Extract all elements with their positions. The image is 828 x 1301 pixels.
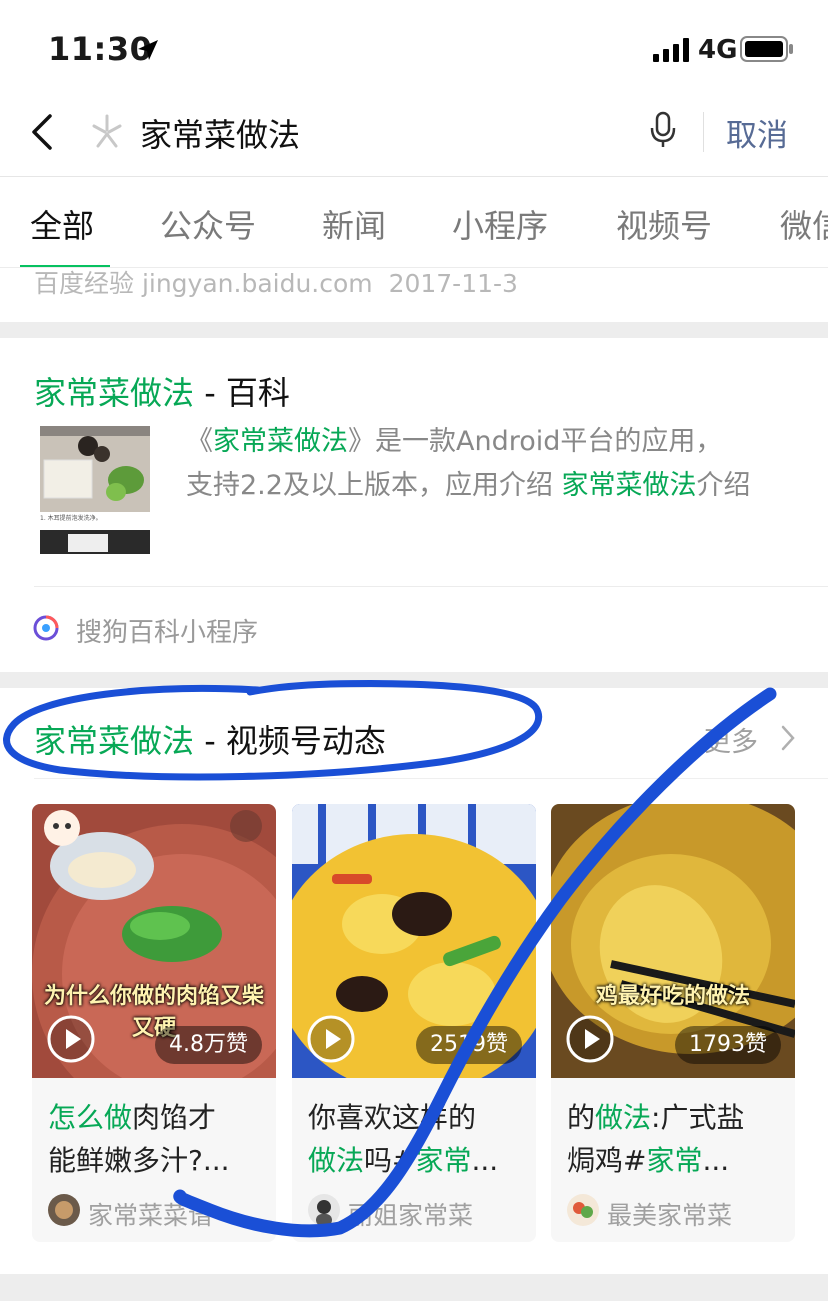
search-input[interactable]: 家常菜做法 — [140, 110, 300, 156]
likes-badge: 1793赞 — [675, 1026, 781, 1064]
sogou-baike-icon — [33, 615, 59, 641]
channels-section-title[interactable]: 家常菜做法 - 视频号动态 — [34, 716, 386, 762]
author-name[interactable]: 最美家常菜 — [607, 1196, 783, 1232]
wechat-search-logo-icon — [92, 114, 122, 148]
tab-mini-programs[interactable]: 小程序 — [452, 201, 548, 247]
tab-wechat[interactable]: 微信 — [780, 201, 828, 247]
tab-all[interactable]: 全部 — [30, 201, 94, 247]
section-gap-2 — [0, 672, 828, 688]
baike-thumbnail[interactable]: 1. 木耳提前泡发洗净。 — [40, 426, 150, 554]
baike-result-title[interactable]: 家常菜做法 - 百科 — [34, 368, 290, 414]
video-description: 怎么做肉馅才 能鲜嫩多汁?... — [48, 1101, 230, 1177]
filter-tabs: 全部 公众号 新闻 小程序 视频号 微信 — [0, 176, 828, 268]
tab-official-accounts[interactable]: 公众号 — [160, 201, 256, 247]
section-gap-3 — [0, 1274, 828, 1301]
location-arrow-icon — [138, 40, 158, 60]
play-icon[interactable] — [46, 1014, 96, 1064]
more-link[interactable]: 更多 — [704, 720, 758, 759]
author-name[interactable]: 家常菜菜谱 — [88, 1196, 264, 1232]
previous-result-source: 百度经验 jingyan.baidu.com 2017-11-3 — [34, 269, 518, 298]
video-overlay-caption: 鸡最好吃的做法 — [595, 984, 750, 1009]
likes-badge: 2519赞 — [416, 1026, 522, 1064]
baike-divider — [34, 586, 828, 587]
search-divider — [703, 112, 704, 152]
microphone-icon[interactable] — [648, 110, 678, 150]
avatar — [567, 1194, 599, 1226]
mini-program-source[interactable]: 搜狗百科小程序 — [76, 612, 258, 649]
channels-divider — [34, 778, 828, 779]
signal-icon — [653, 38, 689, 62]
video-card[interactable]: 为什么你做的肉馅又柴又硬 4.8万赞 怎么做肉馅才 能鲜嫩多汁?... 家常菜菜… — [32, 804, 276, 1242]
tab-news[interactable]: 新闻 — [322, 201, 386, 247]
cancel-button[interactable]: 取消 — [726, 110, 788, 155]
tab-channels[interactable]: 视频号 — [616, 201, 712, 247]
avatar — [48, 1194, 80, 1226]
video-description: 你喜欢这样的 做法吗#家常... — [308, 1101, 499, 1177]
search-bar: 家常菜做法 取消 — [0, 96, 828, 176]
video-description: 的做法:广式盐 焗鸡#家常... — [567, 1101, 745, 1177]
network-type: 4G — [698, 35, 738, 65]
video-card[interactable]: 2519赞 你喜欢这样的 做法吗#家常... 丽姐家常菜 — [292, 804, 536, 1242]
video-card[interactable]: 鸡最好吃的做法 1793赞 的做法:广式盐 焗鸡#家常... 最美家常菜 — [551, 804, 795, 1242]
avatar — [308, 1194, 340, 1226]
video-thumbnail: 为什么你做的肉馅又柴又硬 4.8万赞 — [32, 804, 276, 1078]
play-icon[interactable] — [565, 1014, 615, 1064]
play-icon[interactable] — [306, 1014, 356, 1064]
baike-thumbnail-caption: 1. 木耳提前泡发洗净。 — [40, 515, 102, 522]
back-chevron-icon[interactable] — [28, 112, 58, 152]
video-thumbnail: 鸡最好吃的做法 1793赞 — [551, 804, 795, 1078]
chevron-right-icon[interactable] — [780, 724, 796, 752]
video-thumbnail: 2519赞 — [292, 804, 536, 1078]
baike-description: 《家常菜做法》是一款Android平台的应用， 支持2.2及以上版本，应用介绍 … — [186, 426, 751, 501]
battery-icon — [740, 36, 793, 62]
status-bar: 11:30 4G — [0, 0, 828, 96]
baike-thumbnail-image — [40, 426, 150, 554]
author-name[interactable]: 丽姐家常菜 — [348, 1196, 524, 1232]
likes-badge: 4.8万赞 — [155, 1026, 262, 1064]
section-gap — [0, 322, 828, 338]
